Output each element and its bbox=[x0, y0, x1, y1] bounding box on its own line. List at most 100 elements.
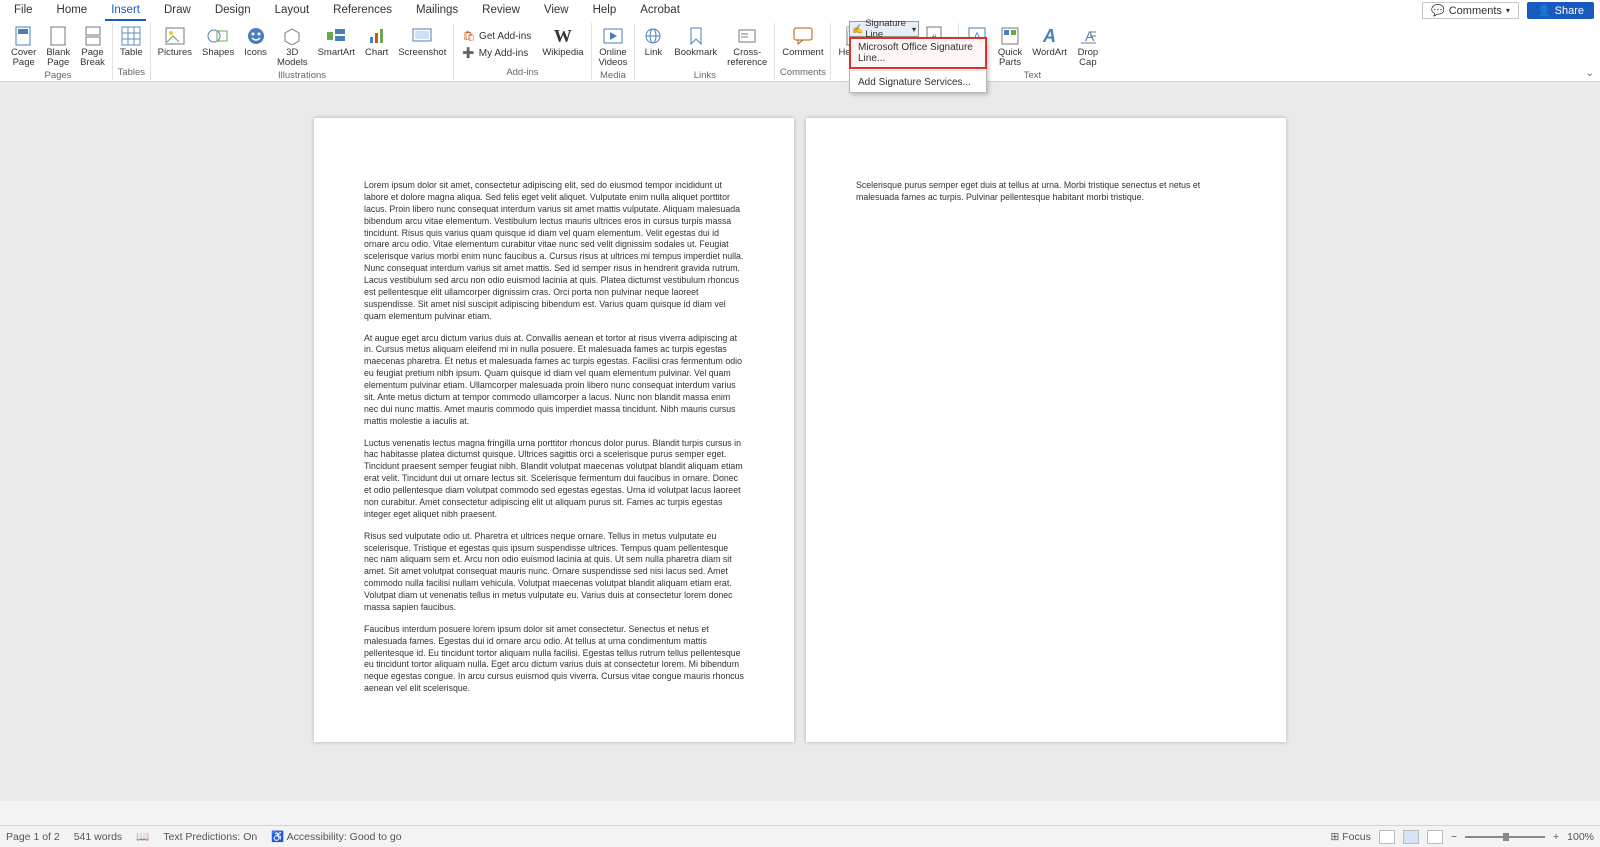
pictures-icon bbox=[164, 25, 186, 47]
my-addins-button[interactable]: ➕My Add-ins bbox=[458, 46, 535, 61]
screenshot-button[interactable]: Screenshot bbox=[395, 23, 449, 60]
signature-icon: ✍ bbox=[852, 24, 863, 35]
blank-page-icon bbox=[47, 25, 69, 47]
wikipedia-button[interactable]: WWikipedia bbox=[539, 23, 586, 60]
tab-help[interactable]: Help bbox=[587, 1, 623, 21]
ms-office-signature-line-item[interactable]: Microsoft Office Signature Line... bbox=[850, 38, 986, 68]
pictures-label: Pictures bbox=[158, 48, 192, 58]
icons-icon bbox=[245, 25, 267, 47]
web-layout-button[interactable] bbox=[1427, 830, 1443, 844]
smartart-label: SmartArt bbox=[318, 48, 355, 58]
table-icon bbox=[120, 25, 142, 47]
icons-button[interactable]: Icons bbox=[241, 23, 270, 60]
cover-page-label: Cover Page bbox=[11, 48, 36, 68]
get-addins-label: Get Add-ins bbox=[479, 31, 531, 42]
page-break-label: Page Break bbox=[80, 48, 105, 68]
group-media: Online Videos Media bbox=[592, 23, 636, 80]
ribbon-insert: Cover Page Blank Page Page Break Pages T… bbox=[0, 21, 1600, 82]
zoom-slider[interactable] bbox=[1465, 836, 1545, 838]
document-canvas[interactable]: Lorem ipsum dolor sit amet, consectetur … bbox=[0, 82, 1600, 801]
text-predictions[interactable]: Text Predictions: On bbox=[163, 831, 257, 843]
share-button[interactable]: 👤 Share bbox=[1527, 2, 1594, 19]
paragraph[interactable]: At augue eget arcu dictum varius duis at… bbox=[364, 333, 744, 428]
dropcap-icon: A bbox=[1077, 25, 1099, 47]
zoom-out-button[interactable]: − bbox=[1451, 831, 1457, 843]
read-mode-button[interactable] bbox=[1379, 830, 1395, 844]
crossref-button[interactable]: Cross- reference bbox=[724, 23, 770, 70]
comments-label: Comments bbox=[1449, 5, 1502, 17]
paragraph[interactable]: Risus sed vulputate odio ut. Pharetra et… bbox=[364, 531, 744, 614]
chart-icon bbox=[366, 25, 388, 47]
tab-insert[interactable]: Insert bbox=[105, 1, 146, 21]
tab-review[interactable]: Review bbox=[476, 1, 526, 21]
shapes-button[interactable]: Shapes bbox=[199, 23, 237, 60]
screenshot-icon bbox=[411, 25, 433, 47]
tab-file[interactable]: File bbox=[8, 1, 39, 21]
blank-page-label: Blank Page bbox=[46, 48, 70, 68]
group-comments-label: Comments bbox=[780, 67, 826, 80]
dropcap-button[interactable]: ADrop Cap bbox=[1074, 23, 1102, 70]
tab-design[interactable]: Design bbox=[209, 1, 257, 21]
page-2[interactable]: Scelerisque purus semper eget duis at te… bbox=[806, 118, 1286, 742]
tab-layout[interactable]: Layout bbox=[269, 1, 316, 21]
tab-references[interactable]: References bbox=[327, 1, 398, 21]
shapes-label: Shapes bbox=[202, 48, 234, 58]
3d-models-icon bbox=[281, 25, 303, 47]
word-count[interactable]: 541 words bbox=[74, 831, 122, 843]
paragraph[interactable]: Scelerisque purus semper eget duis at te… bbox=[856, 180, 1236, 204]
table-button[interactable]: Table bbox=[117, 23, 146, 60]
page-info[interactable]: Page 1 of 2 bbox=[6, 831, 60, 843]
comment-button[interactable]: Comment bbox=[779, 23, 826, 60]
addin-icon: ➕ bbox=[462, 48, 474, 59]
quickparts-button[interactable]: Quick Parts bbox=[995, 23, 1025, 70]
link-icon bbox=[642, 25, 664, 47]
zoom-in-button[interactable]: + bbox=[1553, 831, 1559, 843]
cover-page-button[interactable]: Cover Page bbox=[8, 23, 39, 70]
comment-btn-label: Comment bbox=[782, 48, 823, 58]
tab-mailings[interactable]: Mailings bbox=[410, 1, 464, 21]
tab-draw[interactable]: Draw bbox=[158, 1, 197, 21]
comments-button[interactable]: 💬 Comments ▾ bbox=[1422, 2, 1519, 19]
accessibility-status[interactable]: ♿ Accessibility: Good to go bbox=[271, 830, 401, 843]
chart-button[interactable]: Chart bbox=[362, 23, 391, 60]
link-button[interactable]: Link bbox=[639, 23, 667, 60]
zoom-thumb[interactable] bbox=[1503, 833, 1509, 841]
print-layout-button[interactable] bbox=[1403, 830, 1419, 844]
shapes-icon bbox=[207, 25, 229, 47]
tab-strip: File Home Insert Draw Design Layout Refe… bbox=[0, 0, 1600, 21]
screenshot-label: Screenshot bbox=[398, 48, 446, 58]
smartart-button[interactable]: SmartArt bbox=[315, 23, 358, 60]
tab-acrobat[interactable]: Acrobat bbox=[634, 1, 686, 21]
collapse-ribbon-button[interactable]: ⌄ bbox=[1586, 68, 1594, 79]
add-signature-services-item[interactable]: Add Signature Services... bbox=[850, 73, 986, 92]
status-bar: Page 1 of 2 541 words 📖 Text Predictions… bbox=[0, 825, 1600, 847]
paragraph[interactable]: Faucibus interdum posuere lorem ipsum do… bbox=[364, 624, 744, 695]
group-links: Link Bookmark Cross- reference Links bbox=[635, 23, 775, 80]
page-break-button[interactable]: Page Break bbox=[77, 23, 108, 70]
wordart-button[interactable]: AWordArt bbox=[1029, 23, 1070, 60]
bookmark-button[interactable]: Bookmark bbox=[671, 23, 720, 60]
online-videos-button[interactable]: Online Videos bbox=[596, 23, 631, 70]
paragraph[interactable]: Lorem ipsum dolor sit amet, consectetur … bbox=[364, 180, 744, 323]
zoom-level[interactable]: 100% bbox=[1567, 831, 1594, 843]
chevron-down-icon: ▾ bbox=[1506, 6, 1510, 15]
online-videos-label: Online Videos bbox=[599, 48, 628, 68]
wikipedia-label: Wikipedia bbox=[542, 48, 583, 58]
group-tables: Table Tables bbox=[113, 23, 151, 80]
group-comments: Comment Comments bbox=[775, 23, 831, 80]
share-label: Share bbox=[1555, 5, 1584, 17]
page-1[interactable]: Lorem ipsum dolor sit amet, consectetur … bbox=[314, 118, 794, 742]
focus-mode[interactable]: ⊞ Focus bbox=[1331, 831, 1371, 843]
tab-view[interactable]: View bbox=[538, 1, 575, 21]
chart-label: Chart bbox=[365, 48, 388, 58]
get-addins-button[interactable]: 🛍Get Add-ins bbox=[458, 29, 535, 44]
group-tables-label: Tables bbox=[118, 67, 145, 80]
signature-line-button[interactable]: ✍ Signature Line ▾ bbox=[849, 21, 919, 37]
3d-models-button[interactable]: 3D Models bbox=[274, 23, 311, 70]
paragraph[interactable]: Luctus venenatis lectus magna fringilla … bbox=[364, 438, 744, 521]
tab-home[interactable]: Home bbox=[51, 1, 94, 21]
spellcheck-icon[interactable]: 📖 bbox=[136, 830, 149, 843]
chevron-down-icon: ▾ bbox=[912, 25, 916, 34]
blank-page-button[interactable]: Blank Page bbox=[43, 23, 73, 70]
pictures-button[interactable]: Pictures bbox=[155, 23, 195, 60]
